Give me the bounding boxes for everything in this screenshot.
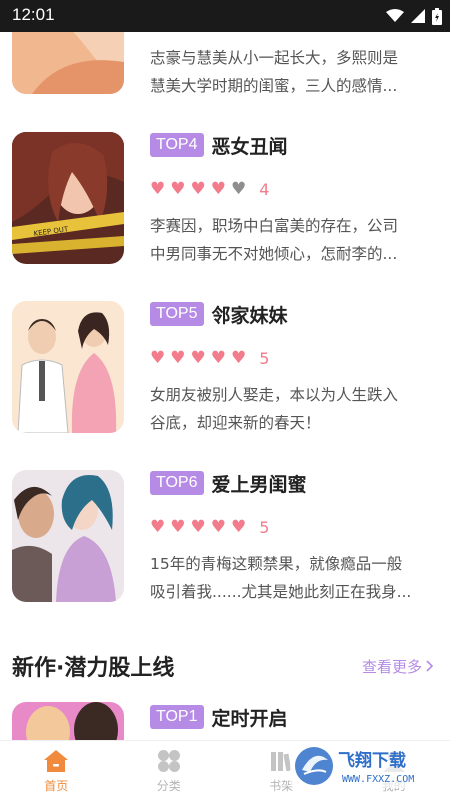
heart-icon: ♥ [150, 178, 166, 199]
list-item[interactable]: KEEP OUT TOP4 恶女丑闻 ♥ ♥ ♥ ♥ ♥ 4 李赛因，职场中白富… [0, 132, 450, 292]
section-title: 新作·潜力股上线 [12, 656, 175, 681]
nav-item-category[interactable]: 分类 [113, 741, 226, 800]
comic-description: 女朋友被别人娶走，本以为人生跌入 谷底，却迎来新的春天！ [150, 381, 438, 437]
watermark-logo: 飞翔下载 WWW.FXXZ.COM [290, 742, 440, 790]
heart-icon: ♥ [190, 178, 206, 199]
heart-icon: ♥ [150, 347, 166, 368]
rating-hearts: ♥ ♥ ♥ ♥ ♥ 5 [150, 517, 269, 537]
cover-image [12, 702, 124, 740]
description-line: 慧美大学时期的闺蜜，三人的感情... [150, 77, 398, 95]
status-icons [386, 7, 442, 25]
description-line: 中男同事无不对她倾心，怎耐李的... [150, 245, 398, 263]
comic-cover[interactable] [12, 301, 124, 433]
comic-title[interactable]: 邻家妹妹 [212, 301, 288, 328]
description-line: 志豪与慧美从小一起长大，多熙则是 [150, 49, 399, 67]
comic-cover[interactable] [12, 470, 124, 602]
rank-badge: TOP5 [150, 302, 204, 326]
home-icon [43, 749, 69, 773]
heart-icon: ♥ [190, 516, 206, 537]
heart-icon: ♥ [210, 516, 226, 537]
svg-text:飞翔下载: 飞翔下载 [338, 750, 406, 771]
comic-title[interactable]: 爱上男闺蜜 [212, 470, 307, 497]
rating-hearts: ♥ ♥ ♥ ♥ ♥ 4 [150, 179, 269, 199]
description-line: 吸引着我......尤其是她此刻正在我身... [150, 583, 412, 601]
comic-title[interactable]: 恶女丑闻 [212, 132, 288, 159]
heart-icon: ♥ [231, 516, 247, 537]
section-header: 新作·潜力股上线 查看更多 [0, 646, 450, 686]
nav-label: 分类 [156, 779, 181, 793]
rank-badge: TOP6 [150, 471, 204, 495]
rank-row: TOP1 定时开启 [150, 704, 288, 730]
wifi-icon [386, 9, 404, 23]
rank-badge: TOP4 [150, 133, 204, 157]
list-item[interactable]: TOP5 邻家妹妹 ♥ ♥ ♥ ♥ ♥ 5 女朋友被别人娶走，本以为人生跌入 谷… [0, 301, 450, 461]
description-line: 15年的青梅这颗禁果，就像瘾品一般 [150, 555, 403, 573]
comic-title[interactable]: 定时开启 [212, 704, 288, 731]
heart-icon: ♥ [210, 178, 226, 199]
heart-icon: ♥ [210, 347, 226, 368]
list-item[interactable]: TOP6 爱上男闺蜜 ♥ ♥ ♥ ♥ ♥ 5 15年的青梅这颗禁果，就像瘾品一般… [0, 470, 450, 630]
comic-cover[interactable]: KEEP OUT [12, 132, 124, 264]
heart-icon: ♥ [231, 347, 247, 368]
list-item[interactable]: TOP1 定时开启 [0, 702, 450, 740]
description-line: 女朋友被别人娶走，本以为人生跌入 [150, 386, 399, 404]
rank-row: TOP4 恶女丑闻 [150, 132, 288, 158]
heart-icon: ♥ [150, 516, 166, 537]
comic-cover[interactable] [12, 702, 124, 740]
description-line: 谷底，却迎来新的春天！ [150, 414, 321, 432]
rank-row: TOP6 爱上男闺蜜 [150, 470, 307, 496]
description-line: 李赛因，职场中白富美的存在，公司 [150, 217, 399, 235]
heart-icon: ♥ [170, 347, 186, 368]
nav-label: 首页 [44, 779, 69, 793]
rating-score: 5 [259, 348, 270, 368]
nav-item-home[interactable]: 首页 [0, 741, 113, 800]
chevron-right-icon [426, 658, 434, 676]
heart-empty-icon: ♥ [231, 178, 247, 199]
grid-icon [157, 749, 181, 773]
comic-description: 李赛因，职场中白富美的存在，公司 中男同事无不对她倾心，怎耐李的... [150, 212, 438, 268]
rating-score: 5 [259, 517, 270, 537]
signal-icon [411, 9, 425, 23]
view-more-label: 查看更多 [361, 658, 422, 676]
heart-icon: ♥ [170, 516, 186, 537]
rank-row: TOP5 邻家妹妹 [150, 301, 288, 327]
rank-badge: TOP1 [150, 705, 204, 729]
cover-image [12, 470, 124, 602]
heart-icon: ♥ [190, 347, 206, 368]
heart-icon: ♥ [170, 178, 186, 199]
svg-text:WWW.FXXZ.COM: WWW.FXXZ.COM [342, 774, 414, 785]
rating-hearts: ♥ ♥ ♥ ♥ ♥ 5 [150, 348, 269, 368]
status-time: 12:01 [12, 5, 55, 24]
status-bar: 12:01 [0, 0, 450, 32]
cover-image: KEEP OUT [12, 132, 124, 264]
comic-description: 15年的青梅这颗禁果，就像瘾品一般 吸引着我......尤其是她此刻正在我身..… [150, 550, 438, 606]
battery-icon [432, 7, 442, 25]
comic-description: 志豪与慧美从小一起长大，多熙则是 慧美大学时期的闺蜜，三人的感情... [150, 44, 438, 100]
rating-score: 4 [259, 179, 270, 199]
view-more-link[interactable]: 查看更多 [362, 656, 434, 677]
cover-image [12, 301, 124, 433]
